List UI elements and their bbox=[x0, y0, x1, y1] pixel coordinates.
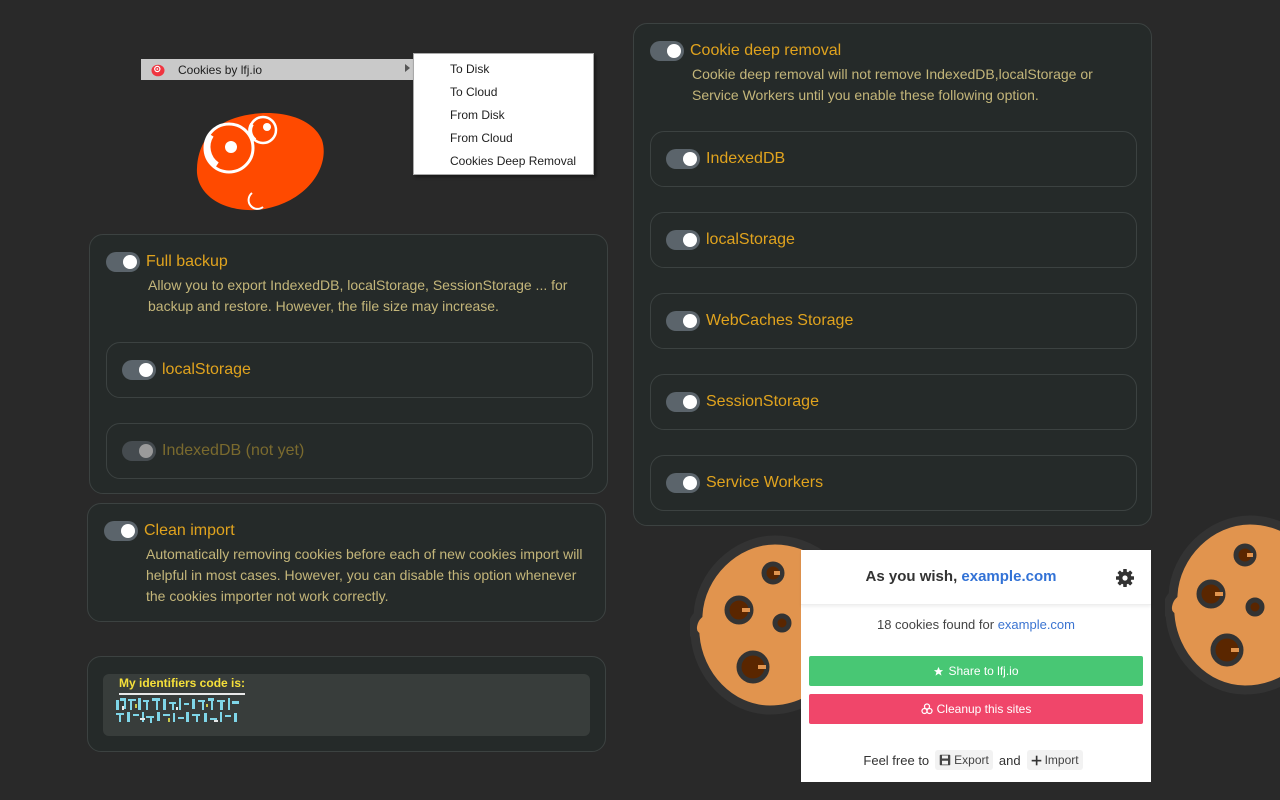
deep-removal-option-webcaches: WebCaches Storage bbox=[650, 293, 1137, 349]
biohazard-icon bbox=[921, 703, 933, 715]
star-icon bbox=[934, 666, 944, 676]
menu-item-to-disk[interactable]: To Disk bbox=[414, 58, 593, 81]
full-backup-option-indexeddb: IndexedDB (not yet) bbox=[106, 423, 593, 479]
deep-sessionstorage-label: SessionStorage bbox=[706, 393, 819, 410]
deep-removal-option-sessionstorage: SessionStorage bbox=[650, 374, 1137, 430]
lfj-logo-icon bbox=[151, 64, 165, 76]
menu-item-cookies-deep-removal[interactable]: Cookies Deep Removal bbox=[414, 150, 593, 173]
full-backup-panel: Full backup Allow you to export IndexedD… bbox=[89, 234, 608, 494]
deep-webcaches-label: WebCaches Storage bbox=[706, 312, 854, 329]
full-backup-description: Allow you to export IndexedDB, localStor… bbox=[148, 277, 568, 314]
deep-service-workers-toggle[interactable] bbox=[666, 473, 700, 493]
full-backup-option-localstorage: localStorage bbox=[106, 342, 593, 398]
backup-localstorage-label: localStorage bbox=[162, 361, 251, 378]
identifiers-box: My identifiers code is: bbox=[103, 674, 590, 736]
feel-free-row: Feel free to Export and Import bbox=[801, 750, 1151, 770]
export-button[interactable]: Export bbox=[935, 750, 993, 770]
deep-indexeddb-toggle[interactable] bbox=[666, 149, 700, 169]
deep-removal-toggle[interactable] bbox=[650, 41, 684, 61]
plus-icon bbox=[1031, 755, 1041, 765]
backup-indexeddb-label: IndexedDB (not yet) bbox=[162, 442, 305, 459]
menu-item-to-cloud[interactable]: To Cloud bbox=[414, 81, 593, 104]
deep-sessionstorage-toggle[interactable] bbox=[666, 392, 700, 412]
menu-item-from-cloud[interactable]: From Cloud bbox=[414, 127, 593, 150]
deep-localstorage-toggle[interactable] bbox=[666, 230, 700, 250]
identifiers-label: My identifiers code is: bbox=[119, 676, 246, 695]
backup-localstorage-toggle[interactable] bbox=[122, 360, 156, 380]
context-menu-parent-label: Cookies by lfj.io bbox=[178, 62, 263, 77]
clean-import-toggle[interactable] bbox=[104, 521, 138, 541]
save-icon bbox=[939, 754, 951, 766]
import-button[interactable]: Import bbox=[1026, 750, 1083, 770]
cleanup-button[interactable]: Cleanup this sites bbox=[809, 694, 1143, 724]
found-domain-link[interactable]: example.com bbox=[998, 617, 1075, 632]
deep-localstorage-label: localStorage bbox=[706, 231, 795, 248]
full-backup-title: Full backup bbox=[146, 253, 228, 270]
popup-header: As you wish, example.com bbox=[801, 550, 1151, 605]
clean-import-panel: Clean import Automatically removing cook… bbox=[87, 503, 606, 622]
popup-title-domain: example.com bbox=[961, 568, 1057, 585]
deep-service-workers-label: Service Workers bbox=[706, 474, 824, 491]
identifier-code-image bbox=[116, 698, 239, 723]
full-backup-toggle[interactable] bbox=[106, 252, 140, 272]
deep-removal-option-indexeddb: IndexedDB bbox=[650, 131, 1137, 187]
popup-title: As you wish, example.com bbox=[865, 568, 1057, 585]
deep-removal-option-service-workers: Service Workers bbox=[650, 455, 1137, 511]
cookies-found-text: 18 cookies found for example.com bbox=[876, 617, 1075, 632]
menu-item-from-disk[interactable]: From Disk bbox=[414, 104, 593, 127]
clean-import-description: Automatically removing cookies before ea… bbox=[146, 546, 583, 604]
clean-import-title: Clean import bbox=[144, 522, 235, 539]
deep-webcaches-toggle[interactable] bbox=[666, 311, 700, 331]
context-submenu: To Disk To Cloud From Disk From Cloud Co… bbox=[413, 53, 594, 175]
deep-indexeddb-label: IndexedDB bbox=[706, 150, 786, 167]
backup-indexeddb-toggle bbox=[122, 441, 156, 461]
context-menu-parent-item[interactable]: Cookies by lfj.io bbox=[141, 59, 414, 80]
deep-removal-panel: Cookie deep removal Cookie deep removal … bbox=[633, 23, 1152, 526]
deep-removal-option-localstorage: localStorage bbox=[650, 212, 1137, 268]
share-button[interactable]: Share to lfj.io bbox=[809, 656, 1143, 686]
deep-removal-description: Cookie deep removal will not remove Inde… bbox=[692, 66, 1093, 103]
mascot-logo-icon bbox=[196, 113, 324, 211]
identifiers-panel: My identifiers code is: bbox=[87, 656, 606, 752]
cookie-illustration-right-icon bbox=[1165, 515, 1280, 695]
gear-icon[interactable] bbox=[1115, 568, 1135, 588]
deep-removal-title: Cookie deep removal bbox=[690, 42, 842, 59]
submenu-arrow-icon bbox=[405, 64, 410, 72]
extension-popup: As you wish, example.com 18 cookies foun… bbox=[801, 550, 1151, 782]
